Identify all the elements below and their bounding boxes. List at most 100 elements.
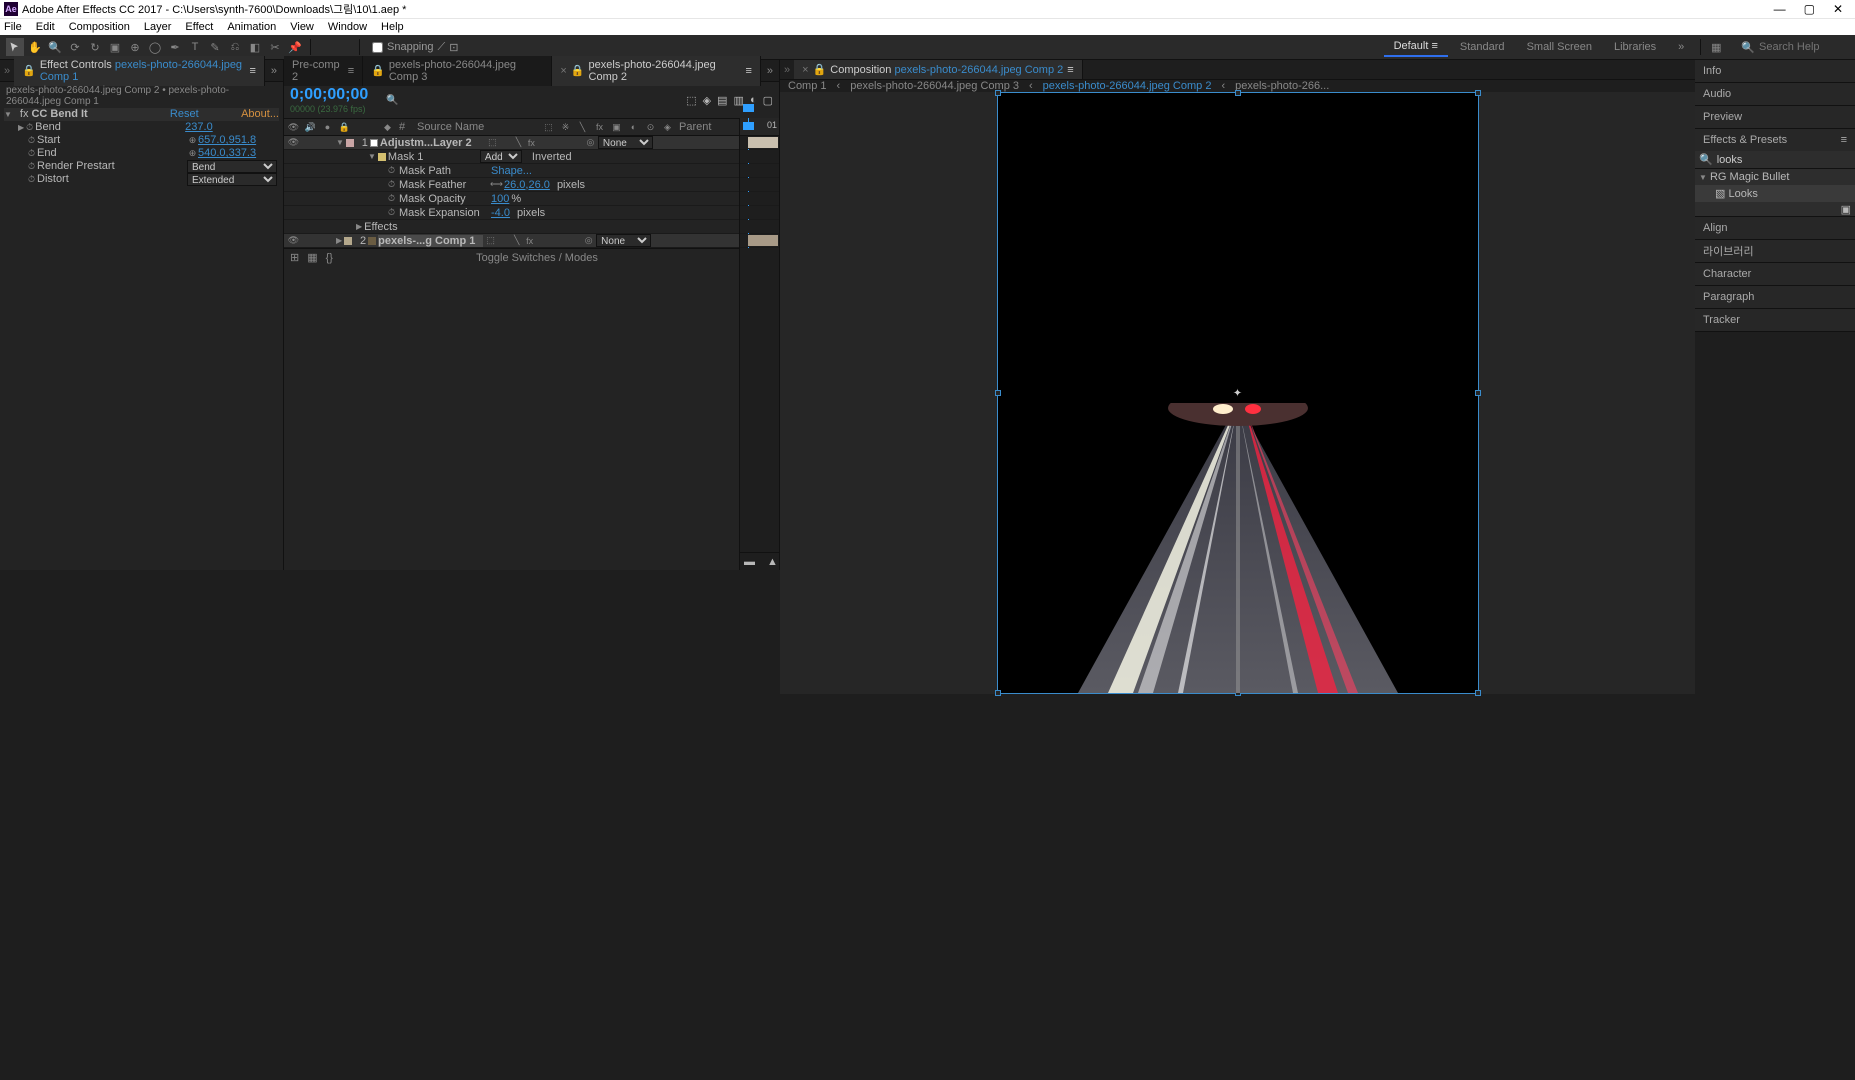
camera-tool[interactable]: ▣ [106,38,124,56]
breadcrumb-item[interactable]: pexels-photo-266... [1235,80,1329,92]
visibility-col-icon[interactable]: 👁 [288,122,299,133]
effects-search-input[interactable] [1717,154,1855,166]
info-panel-header[interactable]: Info [1695,60,1855,82]
character-panel-header[interactable]: Character [1695,263,1855,285]
parent-pick-icon[interactable]: ◎ [585,137,596,148]
tab-menu-icon[interactable]: ≡ [348,65,354,77]
effect-group[interactable]: RG Magic Bullet [1710,171,1789,183]
graph-editor-icon[interactable]: ▢ [763,94,773,107]
mask-feather-value[interactable]: 26.0,26.0 [504,179,550,191]
panel-overflow-icon[interactable]: » [780,64,794,76]
effect-preset[interactable]: Looks [1728,188,1757,200]
stopwatch-icon[interactable]: ⏱ [386,179,397,190]
snap-option-icon-2[interactable]: ⊡ [449,41,458,54]
anchor-point-icon[interactable]: ✦ [1233,387,1242,400]
orbit-tool[interactable]: ⟳ [66,38,84,56]
menu-layer[interactable]: Layer [144,21,172,33]
search-help-input[interactable] [1759,41,1849,53]
workspace-grid-icon[interactable]: ▦ [1707,38,1725,56]
timeline-tab-comp3[interactable]: 🔒pexels-photo-266044.jpeg Comp 3 [363,56,552,86]
comp-flowchart-icon[interactable]: ⬚ [686,94,696,107]
layer-name[interactable]: Adjustm...Layer 2 [380,137,485,149]
composition-tab[interactable]: × 🔒 Composition pexels-photo-266044.jpeg… [794,60,1083,79]
puppet-tool[interactable]: 📌 [286,38,304,56]
toggle-switches-modes[interactable]: Toggle Switches / Modes [341,252,733,264]
timeline-track-area[interactable]: 01 ▬ ▲ [739,118,779,570]
shape-tool[interactable]: ◯ [146,38,164,56]
layer-name[interactable]: pexels-...g Comp 1 [378,235,483,247]
menu-animation[interactable]: Animation [227,21,276,33]
minimize-button[interactable]: — [1774,2,1786,16]
layer-bar[interactable] [748,235,778,246]
mask-expansion-value[interactable]: -4.0 [491,207,510,219]
paragraph-panel-header[interactable]: Paragraph [1695,286,1855,308]
mask-toggle[interactable]: ▼ [368,152,376,161]
workspace-default[interactable]: Default ≡ [1384,37,1448,57]
rotate-tool[interactable]: ↻ [86,38,104,56]
render-queue-icon[interactable]: ▦ [307,251,317,264]
pan-behind-tool[interactable]: ⊕ [126,38,144,56]
mask-opacity-value[interactable]: 100 [491,193,509,205]
menu-file[interactable]: File [4,21,22,33]
workspace-libraries[interactable]: Libraries [1604,38,1666,56]
hide-shy-icon[interactable]: ▤ [717,94,727,107]
timeline-tab-precomp2[interactable]: Pre-comp 2≡ [284,56,363,86]
tab-menu-icon[interactable]: ≡ [249,65,255,77]
fx-enable-icon[interactable]: fx [20,108,29,121]
effects-presets-header[interactable]: Effects & Presets≡ [1695,129,1855,151]
menu-help[interactable]: Help [381,21,404,33]
snap-option-icon[interactable]: ⟋ [438,41,446,54]
source-col[interactable]: Source Name [417,121,537,133]
preview-panel-header[interactable]: Preview [1695,106,1855,128]
breadcrumb-item[interactable]: Comp 1 [788,80,827,92]
menu-view[interactable]: View [290,21,314,33]
label-col-icon[interactable]: ◆ [382,122,393,133]
layer-toggle[interactable]: ▼ [336,138,344,147]
position-icon[interactable]: ⊕ [187,148,198,159]
expand-icon[interactable]: ⊞ [290,251,299,264]
mask-name[interactable]: Mask 1 [388,151,478,163]
parent-pick-icon[interactable]: ◎ [583,235,594,246]
panel-overflow-icon[interactable]: » [761,65,779,77]
close-icon[interactable]: × [560,65,566,77]
effect-reset[interactable]: Reset [170,108,199,121]
timeline-tab-comp2[interactable]: ×🔒pexels-photo-266044.jpeg Comp 2≡ [552,56,761,86]
brackets-icon[interactable]: {} [326,252,333,264]
brush-tool[interactable]: ✎ [206,38,224,56]
clone-tool[interactable]: ⎌ [226,38,244,56]
menu-effect[interactable]: Effect [185,21,213,33]
panel-overflow-icon[interactable]: » [0,65,14,77]
lock-col-icon[interactable]: 🔒 [339,122,350,133]
menu-window[interactable]: Window [328,21,367,33]
composition-canvas[interactable]: ✦ [997,92,1479,694]
roto-tool[interactable]: ✂ [266,38,284,56]
layer-label-color[interactable] [344,237,352,245]
constrain-icon[interactable]: ⟷ [491,179,502,190]
menu-composition[interactable]: Composition [69,21,130,33]
align-panel-header[interactable]: Align [1695,217,1855,239]
composition-viewer[interactable]: ✦ [780,92,1695,694]
render-prestart-select[interactable]: Bend [187,160,277,173]
zoom-in-icon[interactable]: ▲ [767,556,778,568]
parent-select[interactable]: None [596,234,651,247]
mask-inverted-label[interactable]: Inverted [532,151,572,163]
solo-col-icon[interactable]: ● [322,122,333,133]
lock-icon[interactable]: 🔒 [22,64,36,77]
tracker-panel-header[interactable]: Tracker [1695,309,1855,331]
effects-group-label[interactable]: Effects [364,221,397,233]
bend-value[interactable]: 237.0 [185,121,213,134]
visibility-toggle[interactable]: 👁 [288,137,299,148]
selection-tool[interactable] [6,38,24,56]
zoom-tool[interactable]: 🔍 [46,38,64,56]
audio-col-icon[interactable]: 🔊 [305,122,316,133]
mask-mode-select[interactable]: Add [480,150,522,163]
stopwatch-icon[interactable]: ⏱ [26,135,37,146]
stopwatch-icon[interactable]: ⏱ [26,174,37,185]
stopwatch-icon[interactable]: ⏱ [386,165,397,176]
lock-icon[interactable]: 🔒 [571,64,585,77]
stopwatch-icon[interactable]: ⏱ [24,122,35,133]
group-toggle[interactable]: ▼ [1699,173,1707,182]
breadcrumb-item[interactable]: pexels-photo-266044.jpeg Comp 2 [1043,80,1212,92]
lock-icon[interactable]: 🔒 [371,64,385,77]
new-bin-icon[interactable]: ▣ [1841,203,1851,215]
